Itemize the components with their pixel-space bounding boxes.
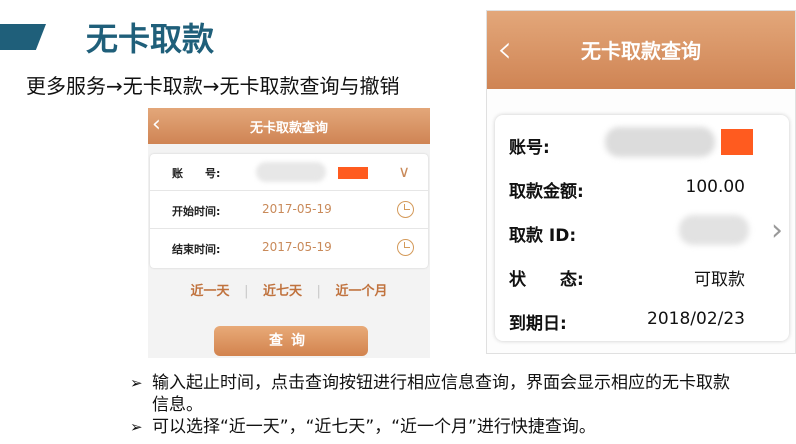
quick-range-options: 近一天 | 近七天 | 近一个月 [148, 280, 430, 299]
instruction-list: ➢ 输入起止时间，点击查询按钮进行相应信息查询，界面会显示相应的无卡取款信息。 … [130, 372, 730, 438]
left-phone-header: ‹ 无卡取款查询 [148, 108, 430, 144]
start-time-row[interactable]: 开始时间: 2017-05-19 [150, 192, 428, 229]
separator: | [316, 284, 321, 299]
instruction-text: 可以选择“近一天”，“近七天”，“近一个月”进行快捷查询。 [152, 417, 596, 437]
amount-value: 100.00 [685, 177, 745, 197]
redacted-account [605, 127, 715, 157]
chevron-right-icon[interactable]: › [771, 213, 783, 248]
right-phone-header: ‹ 无卡取款查询 [487, 11, 795, 89]
end-time-value[interactable]: 2017-05-19 [262, 240, 332, 254]
start-time-label: 开始时间: [172, 205, 221, 218]
separator: | [244, 284, 249, 299]
arrow-bullet-icon: ➢ [130, 374, 143, 392]
left-phone-title: 无卡取款查询 [249, 121, 328, 136]
left-phone-screenshot: ‹ 无卡取款查询 账 号: ∨ 开始时间: 2017-05-19 结束时间: 2… [148, 108, 430, 358]
detail-row-account: 账号: [495, 123, 789, 163]
right-phone-screenshot: ‹ 无卡取款查询 账号: 取款金额: 100.00 取款 ID: › 状 态: … [486, 10, 796, 354]
amount-label: 取款金额: [509, 182, 584, 202]
right-phone-title: 无卡取款查询 [581, 39, 701, 63]
redacted-id [679, 215, 749, 245]
account-row[interactable]: 账 号: ∨ [150, 154, 428, 191]
redacted-account [256, 162, 326, 182]
expiry-label: 到期日: [509, 314, 567, 334]
end-time-label: 结束时间: [172, 243, 221, 256]
withdrawal-id-label: 取款 ID: [509, 226, 577, 246]
end-time-row[interactable]: 结束时间: 2017-05-19 [150, 230, 428, 266]
chevron-down-icon[interactable]: ∨ [398, 162, 410, 181]
status-label: 状 态: [509, 270, 584, 290]
instruction-item: ➢ 可以选择“近一天”，“近七天”，“近一个月”进行快捷查询。 [130, 416, 730, 438]
slide-accent-bar [0, 24, 46, 50]
withdrawal-detail-card[interactable]: 账号: 取款金额: 100.00 取款 ID: › 状 态: 可取款 到期日: … [495, 115, 789, 341]
breadcrumb: 更多服务→无卡取款→无卡取款查询与撤销 [26, 74, 400, 98]
detail-row-status: 状 态: 可取款 [495, 255, 789, 295]
redacted-mark [338, 167, 368, 179]
quick-option-1-month[interactable]: 近一个月 [335, 280, 387, 299]
redacted-mark [721, 129, 753, 155]
query-button[interactable]: 查询 [214, 326, 368, 356]
clock-icon[interactable] [397, 239, 414, 256]
quick-option-1-day[interactable]: 近一天 [191, 280, 230, 299]
detail-row-amount: 取款金额: 100.00 [495, 167, 789, 207]
account-label: 账 号: [172, 167, 221, 180]
query-form-card: 账 号: ∨ 开始时间: 2017-05-19 结束时间: 2017-05-19 [150, 154, 428, 268]
clock-icon[interactable] [397, 201, 414, 218]
start-time-value[interactable]: 2017-05-19 [262, 202, 332, 216]
arrow-bullet-icon: ➢ [130, 418, 143, 436]
detail-row-id: 取款 ID: › [495, 211, 789, 251]
quick-option-7-days[interactable]: 近七天 [263, 280, 302, 299]
account-label: 账号: [509, 138, 550, 158]
detail-row-expiry: 到期日: 2018/02/23 [495, 299, 789, 339]
status-value: 可取款 [694, 270, 745, 290]
instruction-item: ➢ 输入起止时间，点击查询按钮进行相应信息查询，界面会显示相应的无卡取款信息。 [130, 372, 730, 416]
expiry-value: 2018/02/23 [647, 309, 745, 329]
page-title: 无卡取款 [86, 20, 215, 58]
instruction-text: 输入起止时间，点击查询按钮进行相应信息查询，界面会显示相应的无卡取款信息。 [152, 373, 730, 415]
